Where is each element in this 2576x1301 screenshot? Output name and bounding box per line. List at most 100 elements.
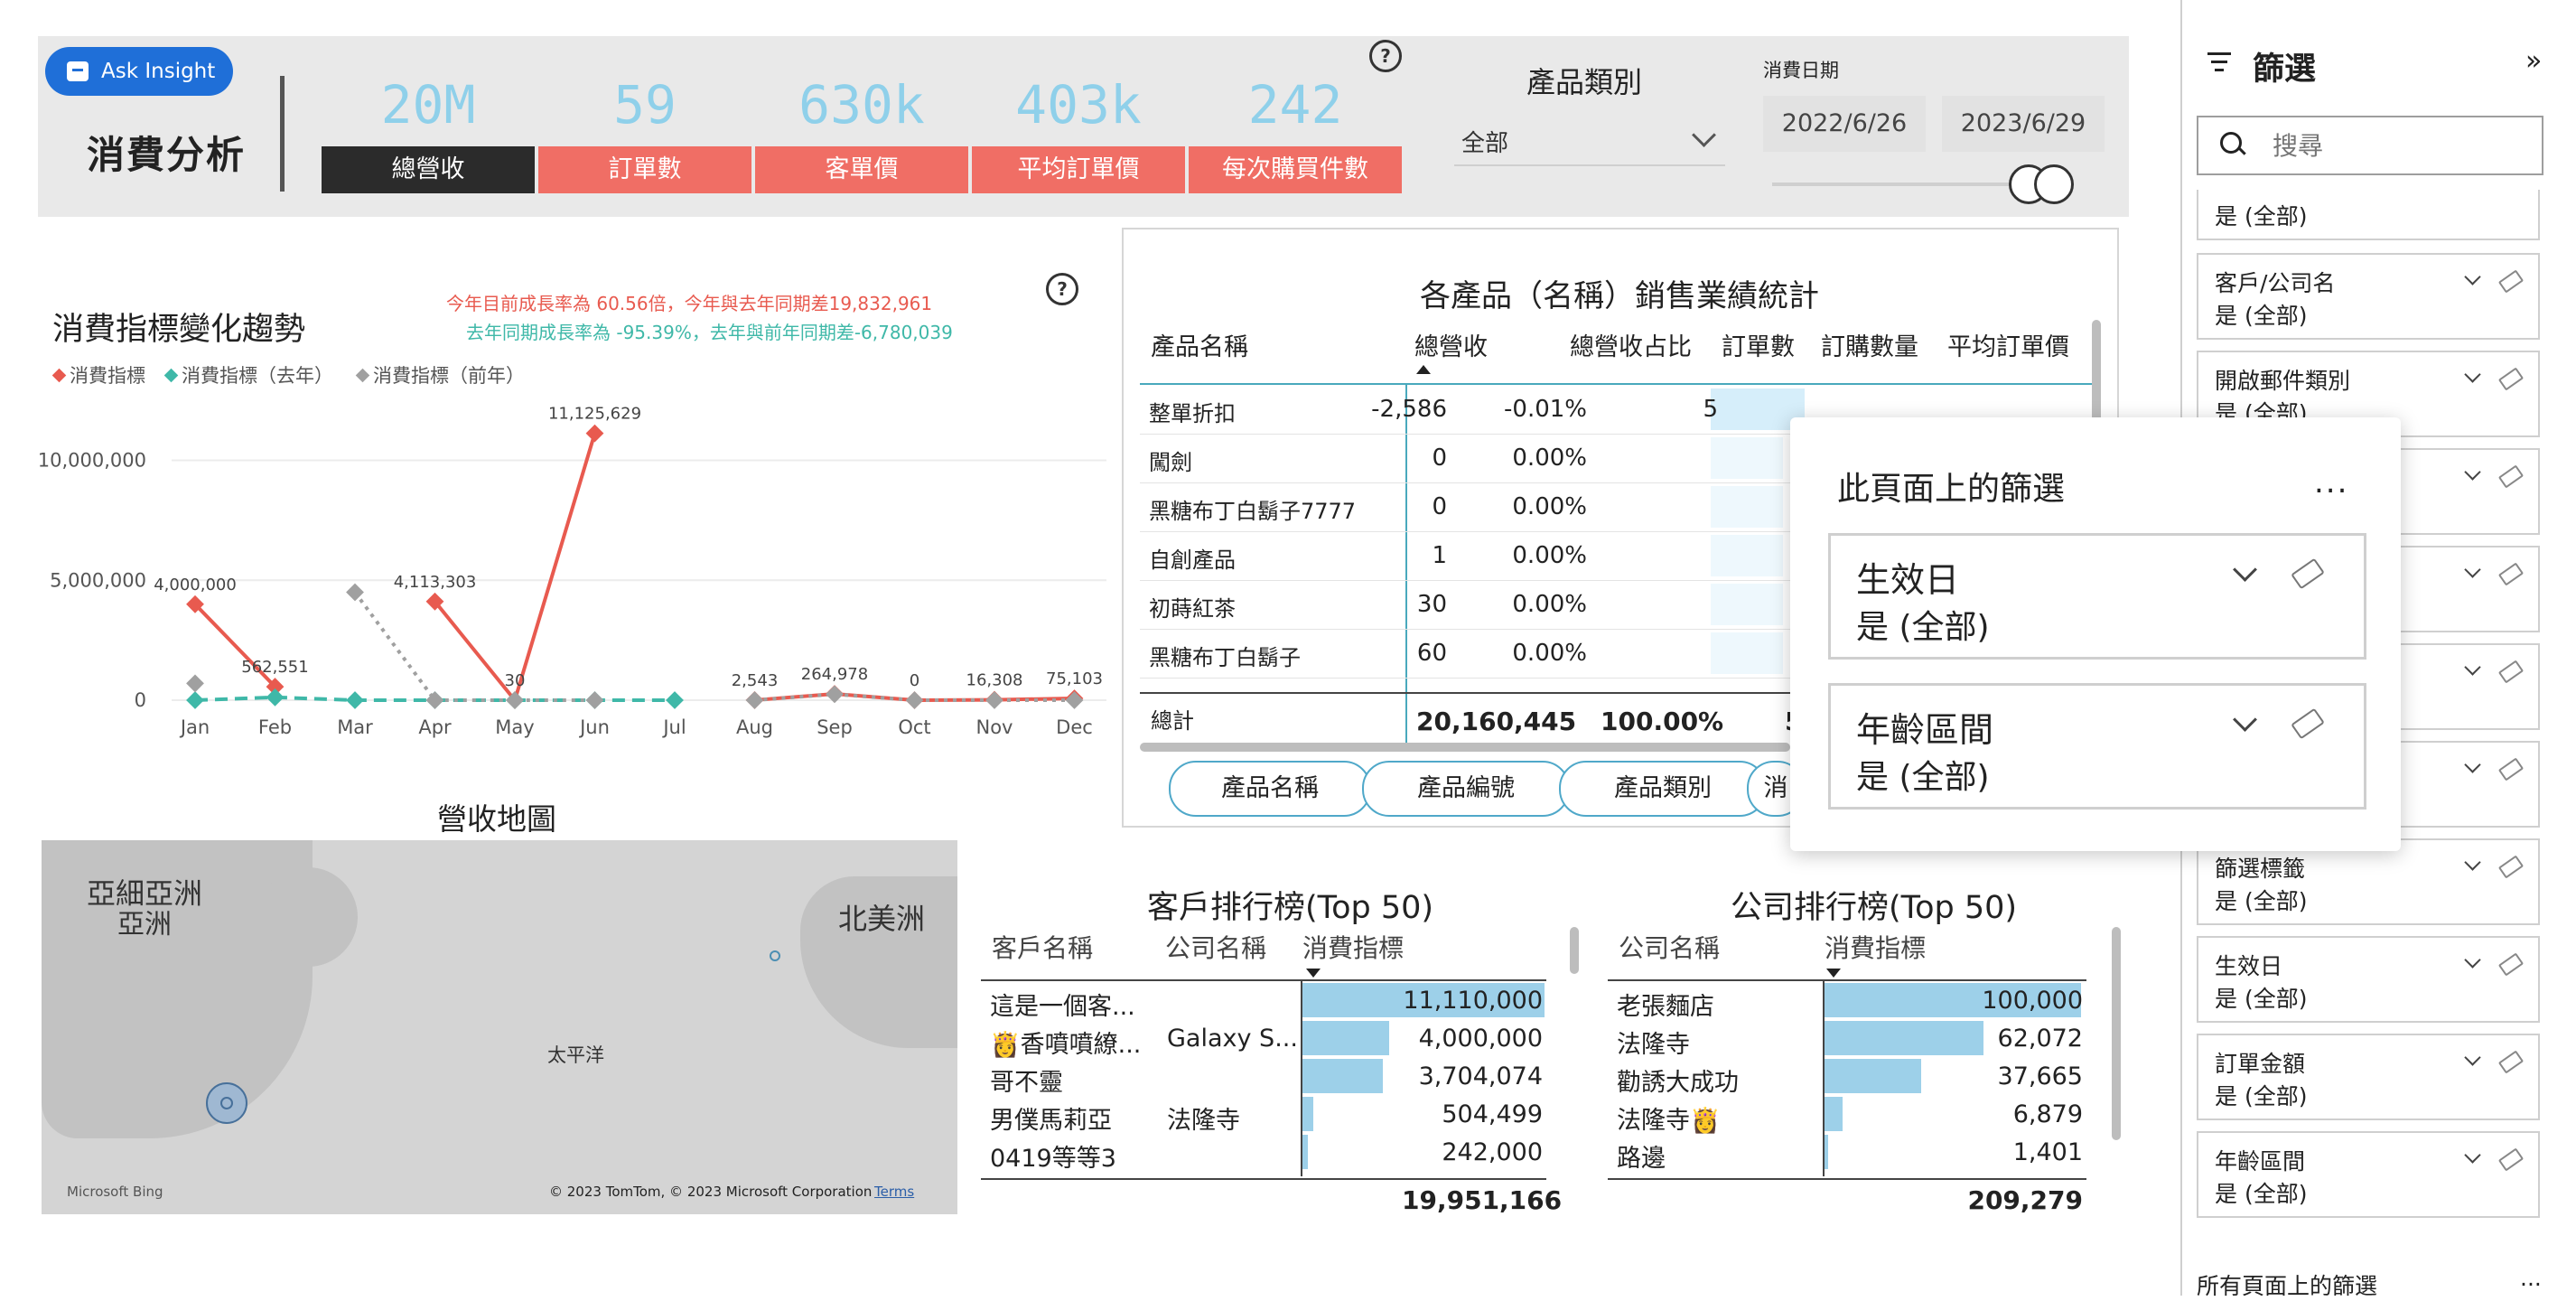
data-point — [346, 583, 364, 602]
date-start-input[interactable]: 2022/6/26 — [1763, 96, 1926, 152]
vertical-scrollbar[interactable] — [1570, 927, 1579, 974]
chevron-down-icon[interactable] — [2464, 463, 2481, 481]
cell-share: 0.00% — [1512, 445, 1587, 472]
field-pill-product-id[interactable]: 產品編號 — [1362, 761, 1570, 817]
filter-card-partial[interactable]: 是 (全部) — [2197, 190, 2540, 240]
eraser-icon[interactable] — [2497, 269, 2525, 294]
col-header-quantity[interactable]: 訂購數量 — [1821, 327, 1918, 362]
legend-item-current[interactable]: 消費指標 — [51, 361, 145, 388]
eraser-icon[interactable] — [2497, 952, 2525, 977]
date-slider-end-handle[interactable] — [2034, 164, 2074, 204]
data-bar — [1711, 535, 1783, 576]
x-tick-label: May — [495, 716, 534, 738]
x-tick-label: Mar — [337, 716, 373, 738]
vertical-scrollbar[interactable] — [2092, 320, 2101, 428]
kpi-avg-order-price[interactable]: 403k 平均訂單價 — [972, 74, 1185, 193]
table-row[interactable]: 👸香噴噴繚... Galaxy S... 4,000,000 — [981, 1019, 1546, 1059]
data-bar — [1711, 486, 1783, 528]
eraser-icon[interactable] — [2497, 464, 2525, 489]
map-small-marker[interactable] — [770, 950, 780, 961]
eraser-icon[interactable] — [2497, 562, 2525, 586]
map-terms-link[interactable]: Terms — [874, 1184, 914, 1200]
col-header-customer-name[interactable]: 客戶名稱 — [992, 929, 1093, 965]
map-bubble-marker[interactable] — [206, 1082, 247, 1124]
date-end-input[interactable]: 2023/6/29 — [1942, 96, 2105, 152]
help-icon[interactable]: ? — [1369, 40, 1402, 72]
filter-card[interactable]: 訂單金額是 (全部) — [2197, 1034, 2540, 1120]
chevron-down-icon[interactable] — [2464, 268, 2481, 285]
col-header-spending[interactable]: 消費指標 — [1302, 929, 1404, 965]
ask-insight-button[interactable]: Ask Insight — [45, 47, 233, 96]
field-pill-product-category[interactable]: 產品類別 — [1559, 761, 1767, 817]
col-header-company-name[interactable]: 公司名稱 — [1165, 929, 1266, 965]
cell-spending: 3,704,074 — [1418, 1062, 1543, 1090]
date-slider-track[interactable] — [1772, 183, 2034, 186]
kpi-order-count[interactable]: 59 訂單數 — [538, 74, 751, 193]
field-pill-product-name[interactable]: 產品名稱 — [1169, 761, 1371, 817]
eraser-icon[interactable] — [2497, 757, 2525, 782]
kpi-items-per-purchase[interactable]: 242 每次購買件數 — [1189, 74, 1402, 193]
trend-help-icon[interactable]: ? — [1046, 273, 1078, 305]
chevron-down-icon[interactable] — [2464, 561, 2481, 578]
col-header-company-name[interactable]: 公司名稱 — [1619, 929, 1720, 965]
chevron-down-icon[interactable] — [2464, 1147, 2481, 1164]
chevron-down-icon[interactable] — [2464, 951, 2481, 969]
table-row[interactable]: 男僕馬莉亞 法隆寺 504,499 — [981, 1095, 1546, 1135]
table-row[interactable]: 勸誘大成功 37,665 — [1608, 1057, 2086, 1097]
filters-search-box[interactable] — [2197, 116, 2543, 175]
map-label-asia: 亞洲 — [117, 909, 172, 941]
filter-card[interactable]: 年齡區間是 (全部) — [2197, 1131, 2540, 1218]
filter-card[interactable]: 生效日是 (全部) — [2197, 936, 2540, 1023]
horizontal-scrollbar[interactable] — [1140, 743, 1790, 752]
table-row[interactable]: 這是一個客... 11,110,000 — [981, 981, 1546, 1021]
kpi-customer-price[interactable]: 630k 客單價 — [755, 74, 968, 193]
eraser-icon[interactable] — [2497, 1147, 2525, 1172]
data-point — [186, 691, 204, 709]
trend-line-chart[interactable]: 0 5,000,000 10,000,000 Jan Feb Mar Apr May Jun Ju… — [36, 398, 1120, 759]
chevron-down-icon[interactable] — [2233, 707, 2257, 732]
table-row[interactable]: 法隆寺👸 6,879 — [1608, 1095, 2086, 1135]
eraser-icon[interactable] — [2291, 707, 2325, 740]
product-category-dropdown[interactable]: 全部 — [1454, 114, 1725, 166]
filter-card-state: 是 (全部) — [2215, 203, 2308, 229]
revenue-map[interactable]: 亞細亞洲 亞洲 北美洲 太平洋 Microsoft Bing © 2023 To… — [42, 840, 957, 1214]
kpi-label: 訂單數 — [538, 146, 751, 193]
table-row[interactable]: 路邊 1,401 — [1608, 1133, 2086, 1173]
y-tick-label: 10,000,000 — [38, 450, 146, 472]
eraser-icon[interactable] — [2291, 557, 2325, 590]
eraser-icon[interactable] — [2497, 1050, 2525, 1074]
ask-insight-label: Ask Insight — [101, 60, 216, 83]
legend-item-two-years-ago[interactable]: 消費指標（前年） — [355, 361, 525, 388]
col-header-spending[interactable]: 消費指標 — [1825, 929, 1926, 965]
eraser-icon[interactable] — [2497, 855, 2525, 879]
col-header-revenue-share[interactable]: 總營收占比 — [1570, 327, 1692, 362]
vertical-scrollbar[interactable] — [2112, 927, 2121, 1140]
eraser-icon[interactable] — [2497, 367, 2525, 391]
kpi-total-revenue[interactable]: 20M 總營收 — [322, 74, 535, 193]
popup-filter-card-effective-date[interactable]: 生效日 是 (全部) — [1828, 533, 2366, 660]
chevron-down-icon[interactable] — [2233, 557, 2257, 582]
filter-card-state: 是 (全部) — [2215, 1181, 2308, 1207]
legend-item-last-year[interactable]: 消費指標（去年） — [163, 361, 333, 388]
table-row[interactable]: 法隆寺 62,072 — [1608, 1019, 2086, 1059]
col-header-orders[interactable]: 訂單數 — [1722, 327, 1795, 362]
eraser-icon[interactable] — [2497, 660, 2525, 684]
chevron-down-icon[interactable] — [2464, 854, 2481, 871]
filter-card[interactable]: 篩選標籤是 (全部) — [2197, 838, 2540, 925]
filter-card[interactable]: 客戶/公司名是 (全部) — [2197, 253, 2540, 340]
all-pages-more-options[interactable]: ... — [2520, 1265, 2542, 1291]
col-header-revenue[interactable]: 總營收 — [1414, 327, 1488, 362]
col-header-avg-order-price[interactable]: 平均訂單價 — [1947, 327, 2069, 362]
table-row[interactable]: 哥不靈 3,704,074 — [981, 1057, 1546, 1097]
chevron-down-icon[interactable] — [2464, 1049, 2481, 1066]
collapse-pane-icon[interactable]: » — [2525, 45, 2542, 77]
popup-filter-card-age-range[interactable]: 年齡區間 是 (全部) — [1828, 683, 2366, 810]
table-row[interactable]: 老張麵店 100,000 — [1608, 981, 2086, 1021]
col-header-product-name[interactable]: 產品名稱 — [1151, 327, 1248, 362]
more-options-icon[interactable]: ... — [2314, 464, 2348, 501]
table-row[interactable]: 0419等等3 242,000 — [981, 1133, 1546, 1173]
chevron-down-icon[interactable] — [2464, 756, 2481, 773]
chevron-down-icon[interactable] — [2464, 366, 2481, 383]
filters-search-input[interactable] — [2271, 126, 2527, 164]
chevron-down-icon[interactable] — [2464, 659, 2481, 676]
